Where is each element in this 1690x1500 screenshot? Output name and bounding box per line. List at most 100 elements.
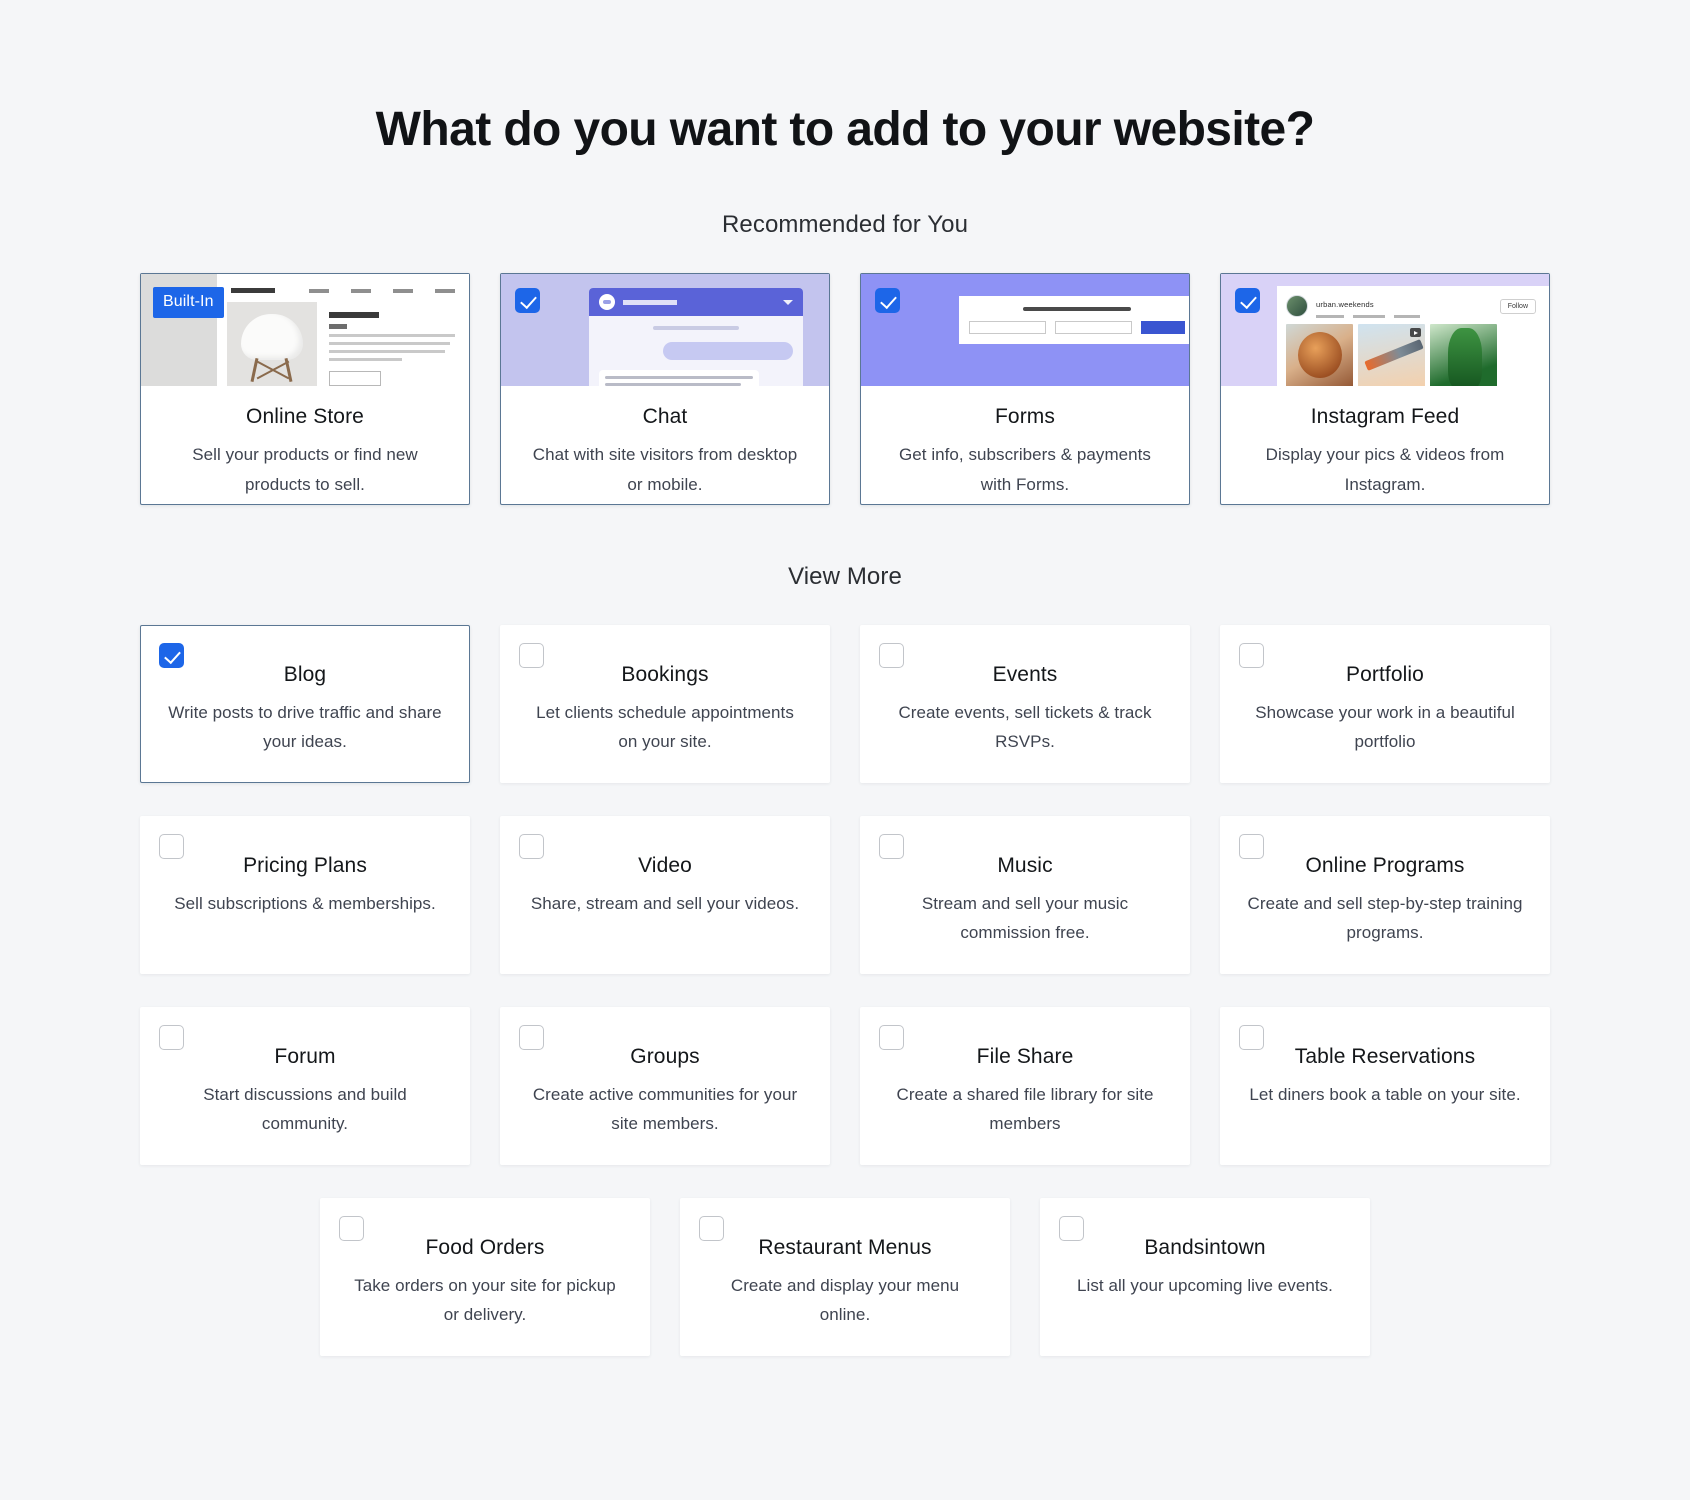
app-card-description: Create active communities for your site … <box>532 1085 798 1133</box>
instagram-photo <box>1358 324 1425 387</box>
view_more-checkbox-4[interactable] <box>159 834 184 860</box>
recommended-grid: Built-In Online Store Sell your products… <box>130 273 1560 506</box>
chat-message-outgoing <box>663 342 793 361</box>
app-card-description: Display your pics & videos from Instagra… <box>1265 445 1505 494</box>
section-title-view-more: View More <box>788 563 902 591</box>
app-card-description: Share, stream and sell your videos. <box>530 894 800 914</box>
app-card-events[interactable]: Events Create events, sell tickets & tra… <box>860 625 1190 784</box>
store-mockup-buy-button <box>329 371 381 387</box>
app-card-online-store[interactable]: Built-In Online Store Sell your products… <box>140 273 470 506</box>
app-card-portfolio[interactable]: Portfolio Showcase your work in a beauti… <box>1220 625 1550 784</box>
store-mockup <box>217 274 469 387</box>
app-card-title: Restaurant Menus <box>758 1236 932 1260</box>
app-card-title: Online Store <box>246 405 364 429</box>
app-card-description: Let clients schedule appointments on you… <box>536 703 794 751</box>
instagram-thumbnail: urban.weekends Follow <box>1221 274 1549 387</box>
store-mockup-nav <box>231 288 455 294</box>
app-card-bookings[interactable]: Bookings Let clients schedule appointmen… <box>500 625 830 784</box>
app-card-description: Create and display your menu online. <box>730 1276 960 1324</box>
app-card-description: Start discussions and build community. <box>203 1085 407 1133</box>
video-icon <box>1410 328 1421 338</box>
page-title: What do you want to add to your website? <box>375 103 1315 156</box>
view_more-checkbox-9[interactable] <box>519 1025 544 1051</box>
app-card-title: Forms <box>995 405 1055 429</box>
recommended-checkbox-1[interactable] <box>515 288 540 314</box>
app-card-description: Showcase your work in a beautiful portfo… <box>1255 703 1515 751</box>
add-to-website-page: What do you want to add to your website?… <box>0 0 1690 1500</box>
app-card-title: Chat <box>642 405 688 429</box>
app-card-forum[interactable]: Forum Start discussions and build commun… <box>140 1007 470 1166</box>
app-card-pricing-plans[interactable]: Pricing Plans Sell subscriptions & membe… <box>140 816 470 975</box>
app-card-title: Bandsintown <box>1144 1236 1266 1260</box>
app-card-description: Chat with site visitors from desktop or … <box>532 445 798 494</box>
instagram-photo <box>1430 324 1497 387</box>
app-card-title: Table Reservations <box>1294 1045 1476 1069</box>
store-mockup-logo <box>231 288 275 294</box>
app-card-forms[interactable]: Forms Get info, subscribers & payments w… <box>860 273 1190 506</box>
view_more-checkbox-1[interactable] <box>519 643 544 669</box>
form-mockup-name-field <box>969 321 1046 335</box>
view_more_last_row-checkbox-1[interactable] <box>699 1216 724 1242</box>
app-card-title: Online Programs <box>1305 854 1465 878</box>
app-card-description: Sell your products or find new products … <box>192 445 418 494</box>
app-card-groups[interactable]: Groups Create active communities for you… <box>500 1007 830 1166</box>
instagram-feed-mockup: urban.weekends Follow <box>1277 286 1549 387</box>
app-card-table-reservations[interactable]: Table Reservations Let diners book a tab… <box>1220 1007 1550 1166</box>
view_more-checkbox-7[interactable] <box>1239 834 1264 860</box>
view_more-checkbox-2[interactable] <box>879 643 904 669</box>
app-card-restaurant-menus[interactable]: Restaurant Menus Create and display your… <box>680 1198 1010 1357</box>
app-card-title: Pricing Plans <box>243 854 367 878</box>
app-card-title: File Share <box>976 1045 1074 1069</box>
app-card-title: Instagram Feed <box>1310 405 1460 429</box>
view_more-checkbox-6[interactable] <box>879 834 904 860</box>
recommended-checkbox-2[interactable] <box>875 288 900 314</box>
chat-widget-header <box>589 288 803 317</box>
app-card-food-orders[interactable]: Food Orders Take orders on your site for… <box>320 1198 650 1357</box>
app-card-title: Portfolio <box>1346 663 1424 687</box>
built-in-badge: Built-In <box>153 287 224 319</box>
app-card-bandsintown[interactable]: Bandsintown List all your upcoming live … <box>1040 1198 1370 1357</box>
subscribe-form-mockup <box>959 296 1189 345</box>
app-card-online-programs[interactable]: Online Programs Create and sell step-by-… <box>1220 816 1550 975</box>
instagram-profile-header: urban.weekends Follow <box>1277 286 1549 324</box>
app-card-blog[interactable]: Blog Write posts to drive traffic and sh… <box>140 625 470 784</box>
store-mockup-product-info <box>329 312 455 387</box>
view_more-checkbox-10[interactable] <box>879 1025 904 1051</box>
app-card-description: Get info, subscribers & payments with Fo… <box>899 445 1151 494</box>
chat-message-incoming <box>599 370 759 387</box>
app-card-description: Let diners book a table on your site. <box>1249 1085 1521 1105</box>
app-card-title: Groups <box>630 1045 700 1069</box>
app-card-description: Sell subscriptions & memberships. <box>174 894 436 914</box>
app-card-title: Forum <box>274 1045 336 1069</box>
app-card-title: Events <box>992 663 1058 687</box>
app-card-description: Create events, sell tickets & track RSVP… <box>898 703 1152 751</box>
form-mockup-submit-button <box>1141 321 1185 335</box>
app-card-file-share[interactable]: File Share Create a shared file library … <box>860 1007 1190 1166</box>
view_more-checkbox-0[interactable] <box>159 643 184 669</box>
app-card-chat[interactable]: Chat Chat with site visitors from deskto… <box>500 273 830 506</box>
view_more-checkbox-8[interactable] <box>159 1025 184 1051</box>
store-mockup-links <box>309 288 455 293</box>
view-more-last-row-grid: Food Orders Take orders on your site for… <box>130 1198 1560 1357</box>
app-card-title: Bookings <box>621 663 709 687</box>
view_more-checkbox-3[interactable] <box>1239 643 1264 669</box>
form-mockup-email-field <box>1055 321 1132 335</box>
app-card-description: List all your upcoming live events. <box>1077 1276 1333 1296</box>
app-card-description: Take orders on your site for pickup or d… <box>354 1276 616 1324</box>
app-card-instagram-feed[interactable]: urban.weekends Follow Instagram Feed Dis… <box>1220 273 1550 506</box>
view_more_last_row-checkbox-0[interactable] <box>339 1216 364 1242</box>
app-card-title: Blog <box>283 663 327 687</box>
section-title-recommended: Recommended for You <box>721 211 969 239</box>
recommended-checkbox-3[interactable] <box>1235 288 1260 314</box>
app-card-music[interactable]: Music Stream and sell your music commiss… <box>860 816 1190 975</box>
app-card-description: Create and sell step-by-step training pr… <box>1247 894 1523 942</box>
chair-product-image <box>227 302 317 387</box>
view_more_last_row-checkbox-2[interactable] <box>1059 1216 1084 1242</box>
app-card-title: Music <box>997 854 1053 878</box>
view_more-checkbox-11[interactable] <box>1239 1025 1264 1051</box>
view_more-checkbox-5[interactable] <box>519 834 544 860</box>
app-card-description: Stream and sell your music commission fr… <box>921 894 1129 942</box>
instagram-follow-button: Follow <box>1499 298 1536 314</box>
app-card-video[interactable]: Video Share, stream and sell your videos… <box>500 816 830 975</box>
instagram-photo <box>1286 324 1353 387</box>
